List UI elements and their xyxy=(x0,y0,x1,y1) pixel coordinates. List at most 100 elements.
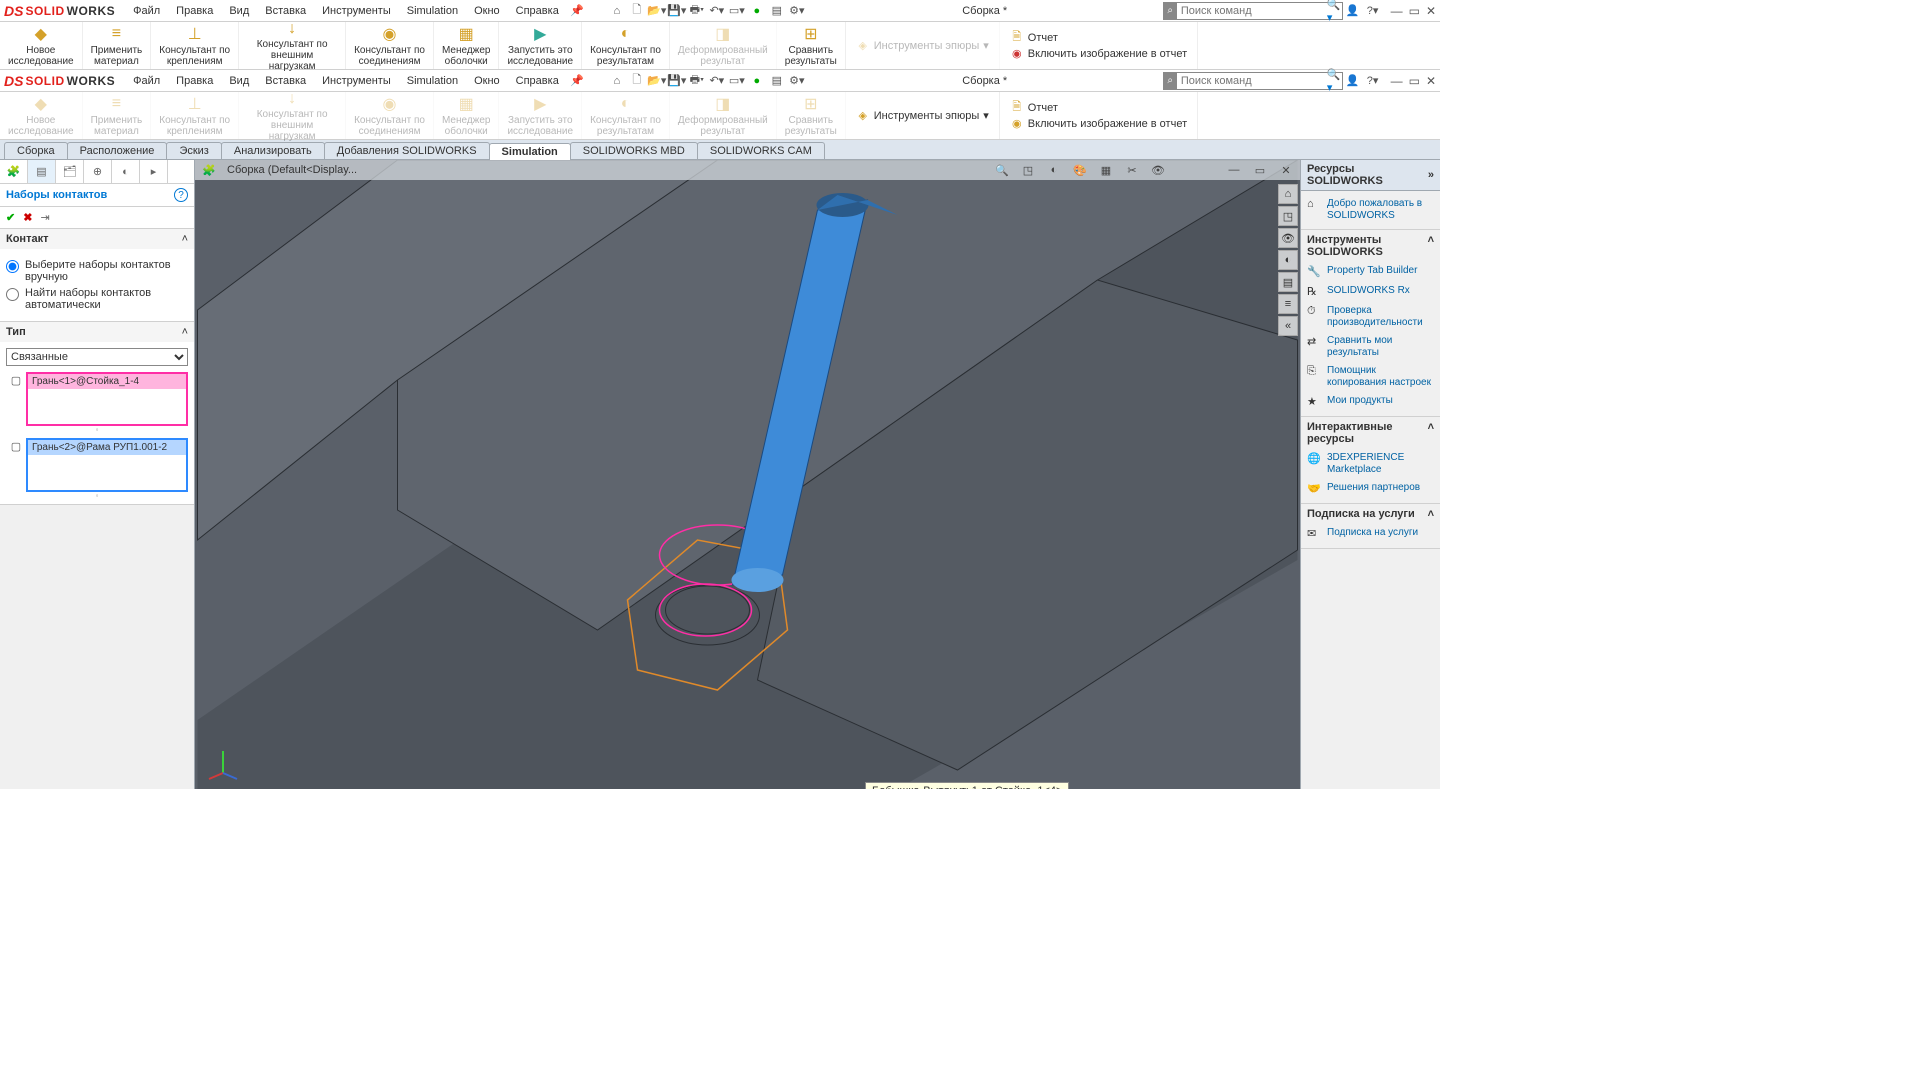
ribbon-plot-tools-btn[interactable]: ◈Инструменты эпюры ▾ xyxy=(856,39,989,53)
chevron-up-icon[interactable]: ˄ xyxy=(1428,234,1434,258)
radio-auto[interactable]: Найти наборы контактов автоматически xyxy=(6,287,188,311)
search-go2-icon[interactable]: 🔍▾ xyxy=(1327,68,1342,94)
print2-icon[interactable]: 🖶▾ xyxy=(687,72,707,90)
menu-tools[interactable]: Инструменты xyxy=(314,5,399,17)
tp-item-compare[interactable]: ⇄Сравнить мои результаты xyxy=(1307,332,1434,362)
vp-display-icon[interactable]: ◐ xyxy=(1046,162,1062,178)
search-scope-icon[interactable]: ⌕ xyxy=(1164,3,1177,19)
save2-icon[interactable]: 💾▾ xyxy=(667,72,687,90)
tab-evaluate[interactable]: Анализировать xyxy=(221,142,325,159)
pm-sect-type-hdr[interactable]: Тип˄ xyxy=(0,322,194,342)
vp-orient-icon[interactable]: ◳ xyxy=(1020,162,1036,178)
tp-item-sub[interactable]: ✉Подписка на услуги xyxy=(1307,524,1434,544)
tab-simulation[interactable]: Simulation xyxy=(489,143,571,160)
options-list-icon[interactable]: ▤ xyxy=(767,2,787,20)
options2-list-icon[interactable]: ▤ xyxy=(767,72,787,90)
open-icon[interactable]: 📂▾ xyxy=(647,2,667,20)
ribbon-run[interactable]: ▶Запустить это исследование xyxy=(499,22,582,69)
drag-handle-1[interactable]: ◦ xyxy=(6,426,188,432)
menu2-insert[interactable]: Вставка xyxy=(257,75,314,87)
menu2-edit[interactable]: Правка xyxy=(168,75,221,87)
settings-icon[interactable]: ⚙▾ xyxy=(787,2,807,20)
pm-tab-display[interactable]: ◐ xyxy=(112,160,140,183)
face2-item[interactable]: Грань<2>@Рама РУП1.001-2 xyxy=(28,440,186,455)
type-select[interactable]: Связанные xyxy=(6,348,188,366)
tab-addins[interactable]: Добавления SOLIDWORKS xyxy=(324,142,490,159)
vp-scene-icon[interactable]: 🎨 xyxy=(1072,162,1088,178)
minimize-icon[interactable]: — xyxy=(1391,4,1403,18)
help-icon[interactable]: ?▾ xyxy=(1363,2,1383,20)
pm-ok-icon[interactable]: ✔ xyxy=(6,211,15,224)
vr-eye-icon[interactable]: 👁 xyxy=(1278,228,1298,248)
tab-assembly[interactable]: Сборка xyxy=(4,142,68,159)
tp-collapse-icon[interactable]: » xyxy=(1428,169,1434,181)
tp-item-perf[interactable]: ⏱Проверка производительности xyxy=(1307,302,1434,332)
ribbon-connections[interactable]: ◉Консультант по соединениям xyxy=(346,22,434,69)
close2-icon[interactable]: ✕ xyxy=(1426,74,1436,88)
task-pane-header[interactable]: Ресурсы SOLIDWORKS» xyxy=(1301,160,1440,191)
menu-file[interactable]: Файл xyxy=(125,5,168,17)
minimize2-icon[interactable]: — xyxy=(1391,74,1403,88)
menu-simulation[interactable]: Simulation xyxy=(399,5,466,17)
vr-home-icon[interactable]: ⌂ xyxy=(1278,184,1298,204)
search-input-2[interactable] xyxy=(1177,75,1327,87)
tp-item-rx[interactable]: ℞SOLIDWORKS Rx xyxy=(1307,282,1434,302)
vp-tree-icon[interactable]: 🧩 xyxy=(201,162,217,178)
ribbon-compare[interactable]: ⊞Сравнить результаты xyxy=(777,22,846,69)
close-icon[interactable]: ✕ xyxy=(1426,4,1436,18)
search-scope2-icon[interactable]: ⌕ xyxy=(1164,73,1177,89)
graphics-viewport[interactable]: 🧩 Сборка (Default<Display... 🔍 ◳ ◐ 🎨 ▦ ✂… xyxy=(195,160,1300,789)
undo-icon[interactable]: ↶▾ xyxy=(707,2,727,20)
print-icon[interactable]: 🖶▾ xyxy=(687,2,707,20)
search-go-icon[interactable]: 🔍▾ xyxy=(1327,0,1342,24)
menu-help[interactable]: Справка xyxy=(508,5,567,17)
vp-doc-label[interactable]: Сборка (Default<Display... xyxy=(227,164,357,176)
undo2-icon[interactable]: ↶▾ xyxy=(707,72,727,90)
tab-layout[interactable]: Расположение xyxy=(67,142,168,159)
vp-win-close-icon[interactable]: ✕ xyxy=(1278,162,1294,178)
face-list-1[interactable]: Грань<1>@Стойка_1-4 xyxy=(26,372,188,426)
save-icon[interactable]: 💾▾ xyxy=(667,2,687,20)
pin2-icon[interactable]: 📌 xyxy=(567,72,587,90)
tp-item-copy[interactable]: ⎘Помощник копирования настроек xyxy=(1307,362,1434,392)
search-input[interactable] xyxy=(1177,5,1327,17)
vr-cube-icon[interactable]: ◳ xyxy=(1278,206,1298,226)
restore2-icon[interactable]: ▭ xyxy=(1409,74,1420,88)
ribbon-results[interactable]: ◐Консультант по результатам xyxy=(582,22,670,69)
menu-view[interactable]: Вид xyxy=(221,5,257,17)
menu2-file[interactable]: Файл xyxy=(125,75,168,87)
menu-insert[interactable]: Вставка xyxy=(257,5,314,17)
tp-item-3dx[interactable]: 🌐3DEXPERIENCE Marketplace xyxy=(1307,449,1434,479)
menu2-help[interactable]: Справка xyxy=(508,75,567,87)
tab-sketch[interactable]: Эскиз xyxy=(166,142,221,159)
vp-win-min-icon[interactable]: — xyxy=(1226,162,1242,178)
menu-window[interactable]: Окно xyxy=(466,5,508,17)
pm-tab-feature[interactable]: 🧩 xyxy=(0,160,28,183)
ribbon-new-study[interactable]: ◆Новое исследование xyxy=(0,22,83,69)
pm-tab-more[interactable]: ▸ xyxy=(140,160,168,183)
open2-icon[interactable]: 📂▾ xyxy=(647,72,667,90)
home2-icon[interactable]: ⌂ xyxy=(607,72,627,90)
tp-item-ptb[interactable]: 🔧Property Tab Builder xyxy=(1307,262,1434,282)
pm-tab-config[interactable]: 🗂 xyxy=(56,160,84,183)
radio-auto-input[interactable] xyxy=(6,288,19,301)
drag-handle-2[interactable]: ◦ xyxy=(6,492,188,498)
ribbon-material[interactable]: ≡Применить материал xyxy=(83,22,152,69)
user2-icon[interactable]: 👤 xyxy=(1343,72,1363,90)
vp-zoom-icon[interactable]: 🔍 xyxy=(994,162,1010,178)
pm-pin-icon[interactable]: ⇥ xyxy=(40,211,49,224)
rebuild-icon[interactable]: ● xyxy=(747,2,767,20)
settings2-icon[interactable]: ⚙▾ xyxy=(787,72,807,90)
pm-sect-contact-hdr[interactable]: Контакт˄ xyxy=(0,229,194,249)
pm-cancel-icon[interactable]: ✖ xyxy=(23,211,32,224)
tab-mbd[interactable]: SOLIDWORKS MBD xyxy=(570,142,698,159)
face1-item[interactable]: Грань<1>@Стойка_1-4 xyxy=(28,374,186,389)
ribbon-deformed[interactable]: ◨Деформированный результат xyxy=(670,22,777,69)
ribbon-fixtures[interactable]: ⊥Консультант по креплениям xyxy=(151,22,239,69)
ribbon-shell[interactable]: ▦Менеджер оболочки xyxy=(434,22,500,69)
help2-icon[interactable]: ?▾ xyxy=(1363,72,1383,90)
restore-icon[interactable]: ▭ xyxy=(1409,4,1420,18)
pm-tab-dim[interactable]: ⊕ xyxy=(84,160,112,183)
pm-tab-property[interactable]: ▤ xyxy=(28,160,56,183)
chevron-up-icon-2[interactable]: ˄ xyxy=(1428,421,1434,445)
